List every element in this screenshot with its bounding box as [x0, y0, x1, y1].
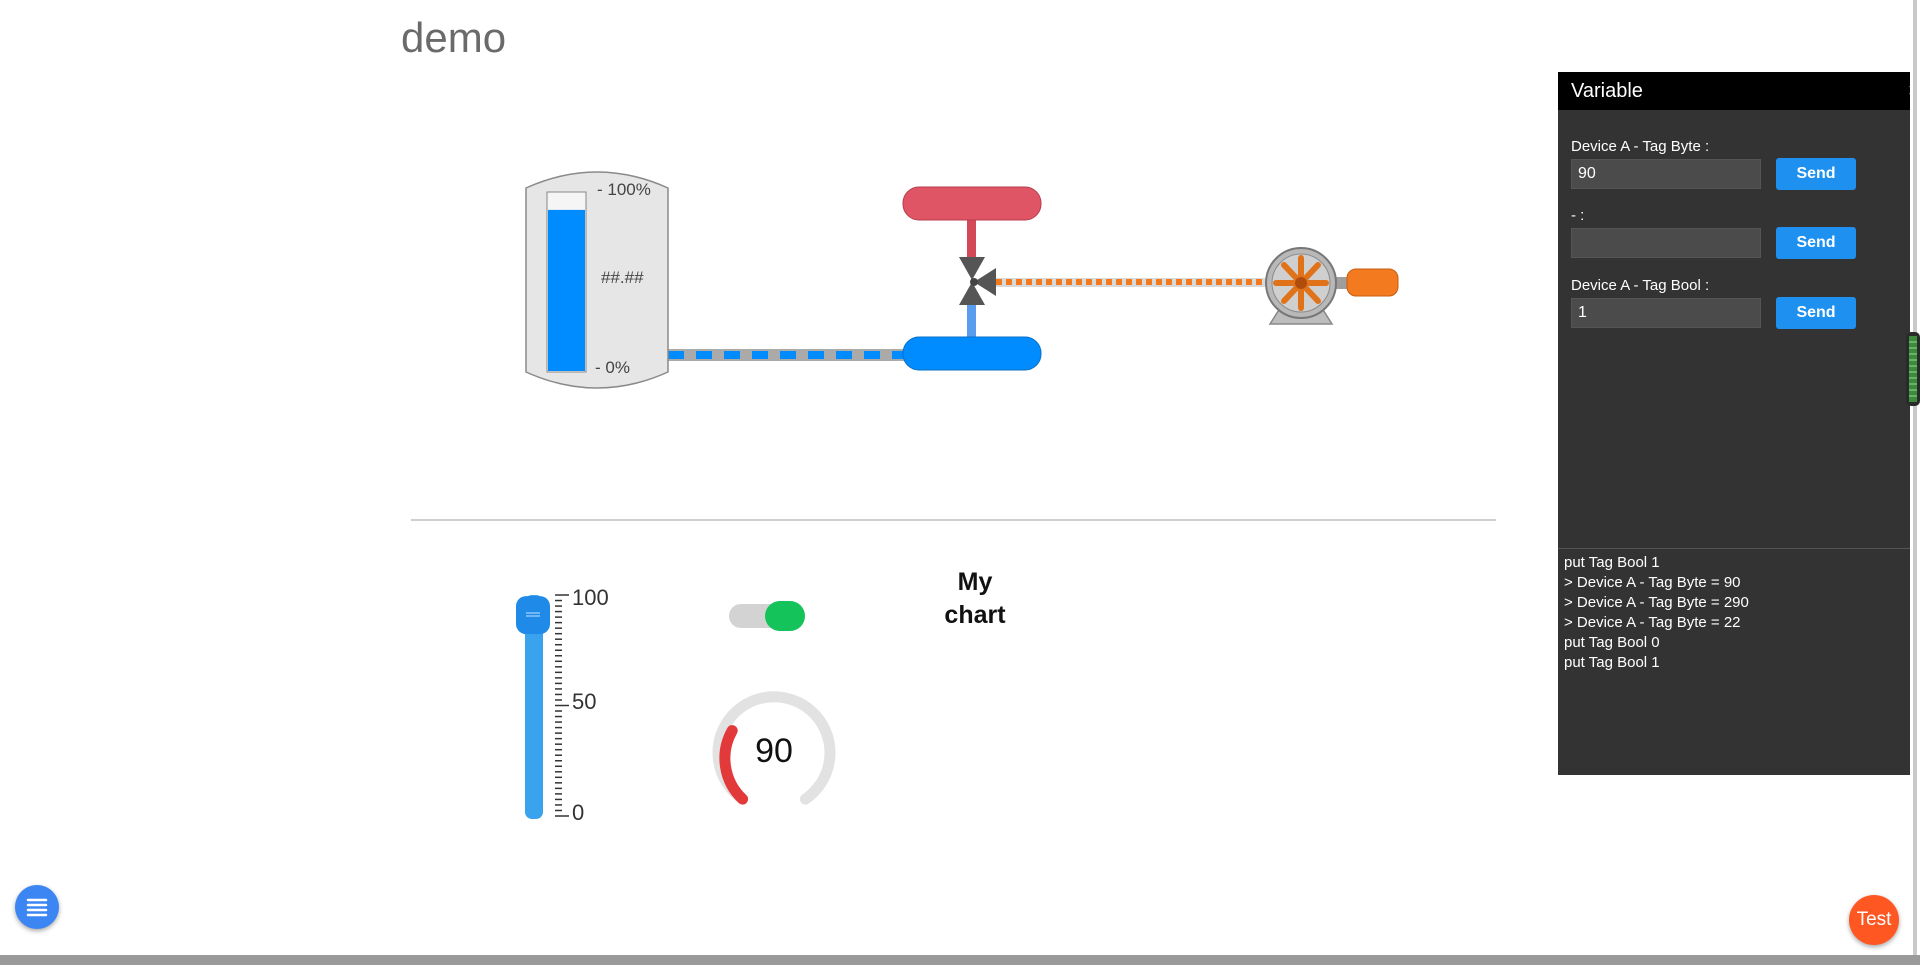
- pipe-red-vertical: [967, 218, 976, 260]
- process-diagram: [668, 186, 1399, 371]
- log-line: put Tag Bool 0: [1564, 634, 1660, 651]
- field-label-empty: - :: [1571, 207, 1585, 224]
- field-label-tag-bool: Device A - Tag Bool :: [1571, 277, 1710, 294]
- tank-value-label: ##.##: [601, 268, 644, 287]
- slider-label-min: 0: [572, 800, 585, 825]
- panel-header: Variable ×: [1558, 72, 1920, 110]
- valve-top-tank: [902, 186, 1042, 221]
- slider-ticks: [555, 594, 569, 817]
- log-line: > Device A - Tag Byte = 290: [1564, 594, 1749, 611]
- toggle-knob: [765, 601, 805, 631]
- three-way-valve-icon[interactable]: [959, 257, 996, 305]
- slider-label-max: 100: [572, 585, 609, 610]
- horizontal-scrollbar[interactable]: [0, 955, 1920, 965]
- panel-title: Variable: [1571, 80, 1643, 102]
- pipe-blue-vertical: [967, 302, 976, 340]
- log-line: put Tag Bool 1: [1564, 554, 1660, 571]
- send-button-empty-tag[interactable]: Send: [1776, 227, 1856, 259]
- valve-bottom-tank: [902, 336, 1042, 371]
- tank-top-label: - 100%: [597, 180, 651, 199]
- vertical-slider[interactable]: 100 50 0: [513, 585, 623, 825]
- tank-level-fill: [548, 209, 585, 371]
- chart-title: My chart: [930, 566, 1020, 632]
- chart-title-line-1: My: [957, 568, 993, 596]
- log-line: > Device A - Tag Byte = 90: [1564, 574, 1741, 591]
- slider-graphic: [516, 594, 569, 819]
- chart-title-line-2: chart: [944, 601, 1006, 629]
- section-divider: [411, 519, 1496, 521]
- menu-button[interactable]: [15, 885, 59, 929]
- toggle-switch[interactable]: [729, 601, 805, 631]
- log-line: put Tag Bool 1: [1564, 654, 1660, 671]
- field-label-tag-byte: Device A - Tag Byte :: [1571, 138, 1710, 155]
- tag-byte-input[interactable]: [1571, 159, 1761, 189]
- slider-handle[interactable]: [516, 596, 550, 635]
- scrollbar-thumb[interactable]: [1906, 332, 1920, 406]
- tank-bottom-label: - 0%: [595, 358, 630, 377]
- tank: - 100% ##.## - 0%: [525, 164, 669, 396]
- send-button-tag-byte[interactable]: Send: [1776, 158, 1856, 190]
- send-button-tag-bool[interactable]: Send: [1776, 297, 1856, 329]
- scroll-thumb-grip-icon: [1909, 336, 1917, 402]
- gauge: 90: [706, 688, 842, 824]
- variable-panel: Variable × Device A - Tag Byte : Send - …: [1558, 72, 1920, 776]
- pump-icon[interactable]: [1265, 247, 1399, 325]
- tag-bool-input[interactable]: [1571, 298, 1761, 328]
- scrollbar-rail: [1913, 0, 1917, 955]
- hamburger-menu-icon: [26, 898, 48, 917]
- log-line: > Device A - Tag Byte = 22: [1564, 614, 1741, 631]
- empty-tag-input[interactable]: [1571, 228, 1761, 258]
- log-console: put Tag Bool 1 > Device A - Tag Byte = 9…: [1558, 548, 1910, 776]
- gauge-value: 90: [755, 732, 793, 770]
- test-button[interactable]: Test: [1849, 895, 1899, 945]
- slider-label-mid: 50: [572, 689, 597, 714]
